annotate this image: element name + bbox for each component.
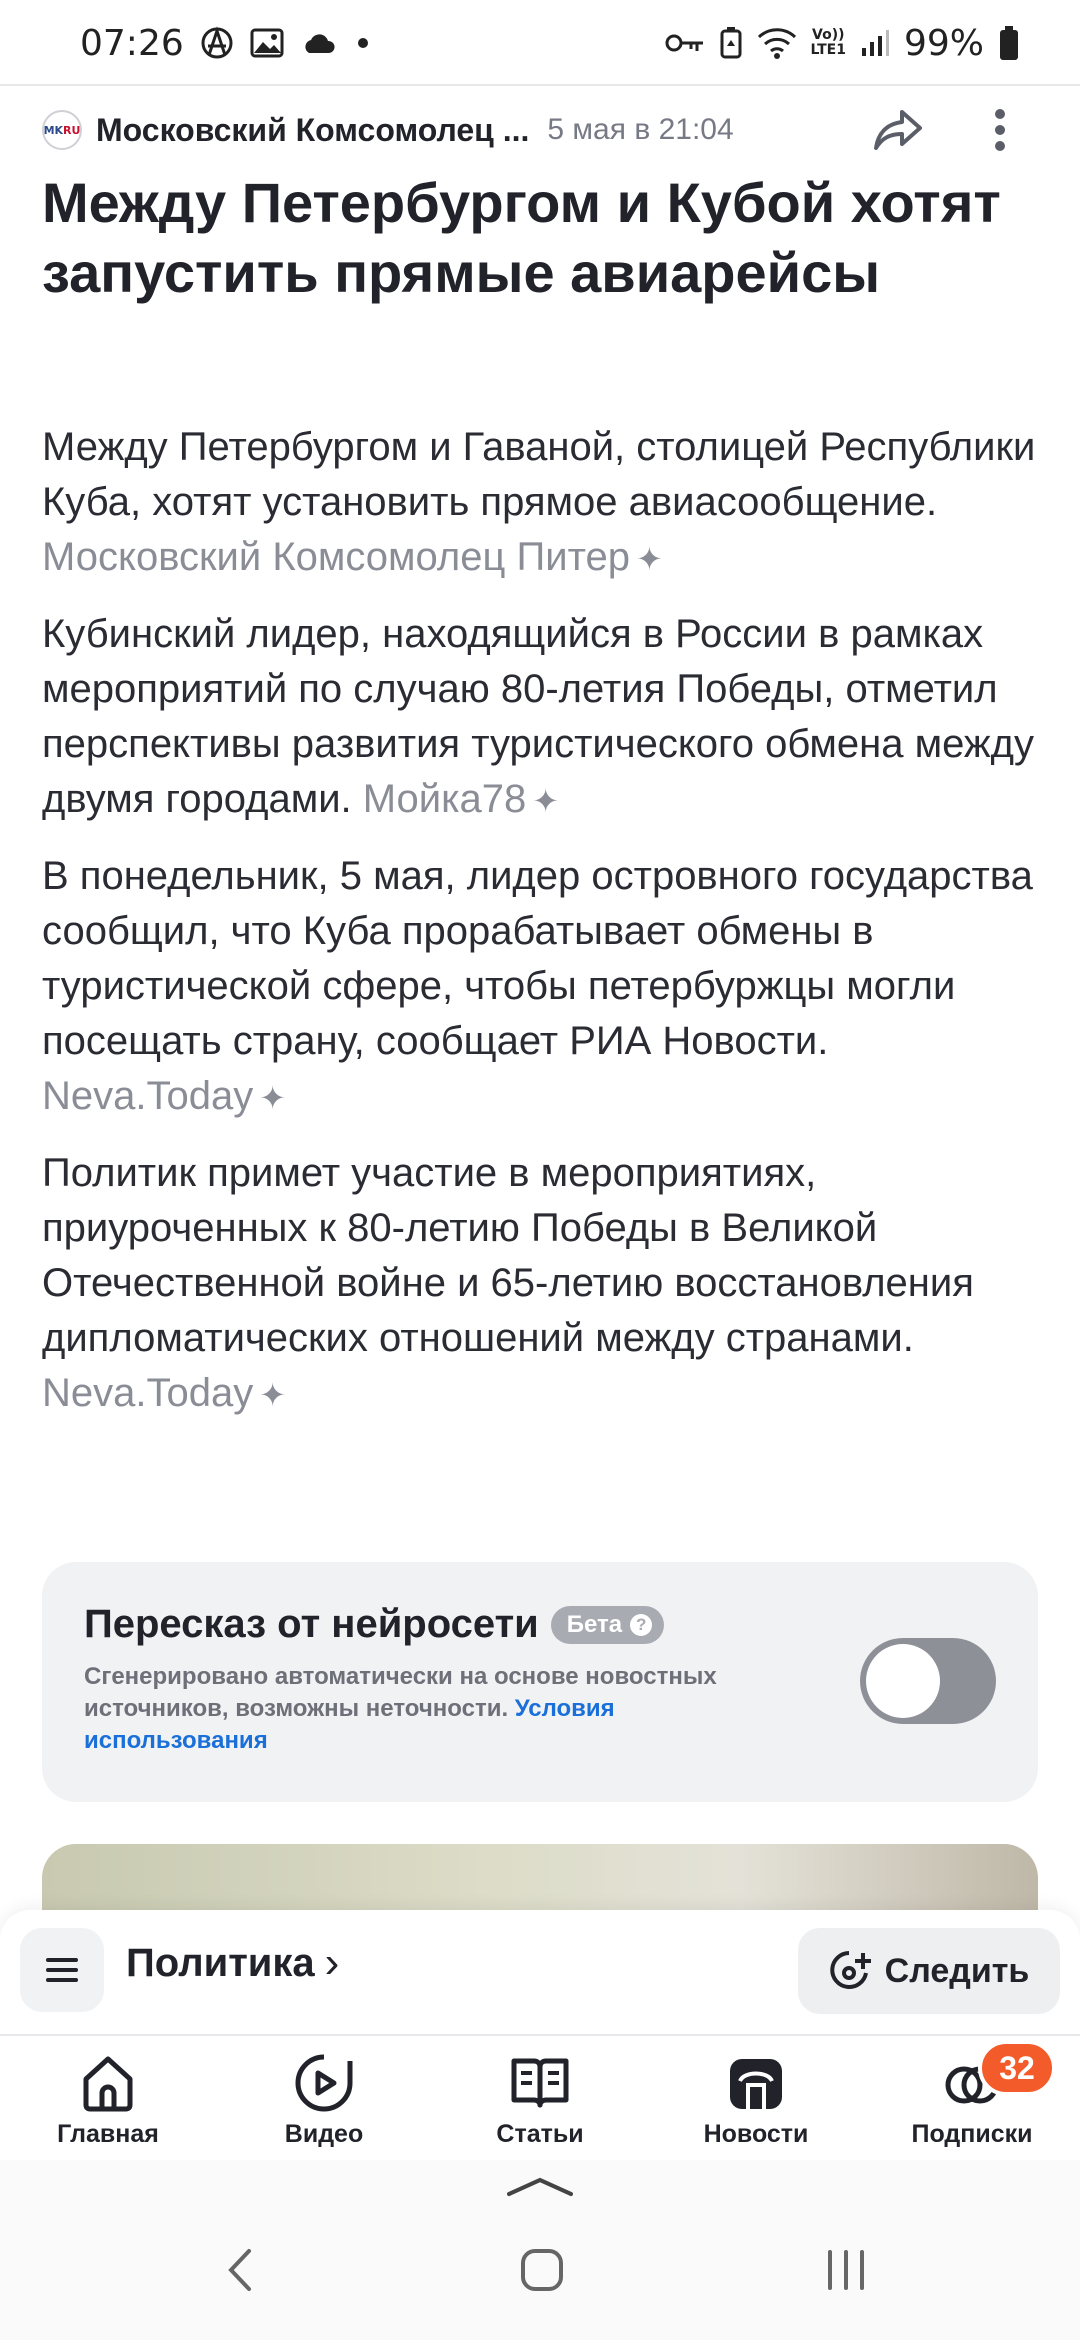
status-divider — [0, 84, 1080, 86]
tab-label: Видео — [284, 2120, 364, 2148]
source-name[interactable]: Московский Комсомолец ... — [96, 112, 529, 149]
expand-handle[interactable] — [505, 2174, 575, 2203]
more-vertical-icon — [995, 109, 1005, 151]
home-system-button[interactable] — [502, 2230, 582, 2310]
back-button[interactable] — [200, 2230, 280, 2310]
gallery-icon — [250, 28, 284, 58]
paragraph-source[interactable]: Мойка78 ✦ — [363, 777, 559, 821]
recents-button[interactable] — [806, 2230, 886, 2310]
status-time: 07:26 — [80, 22, 184, 64]
tab-news[interactable]: Новости — [648, 2036, 864, 2156]
lte-label: LTE1 — [810, 42, 846, 58]
help-icon: ? — [630, 1613, 653, 1636]
ai-title-row: Пересказ от нейросети Бета? — [84, 1602, 996, 1647]
battery-percent: 99% — [903, 22, 984, 64]
article-paragraph: Между Петербургом и Гаваной, столицей Ре… — [42, 420, 1052, 587]
toggle-knob — [866, 1644, 940, 1718]
paragraph-source[interactable]: Neva.Today ✦ — [42, 1074, 286, 1118]
network-type: Vo)) LTE1 — [811, 28, 846, 58]
battery-icon — [1000, 26, 1018, 60]
vpn-key-icon — [665, 34, 703, 52]
article-paragraph: В понедельник, 5 мая, лидер островного г… — [42, 849, 1052, 1126]
home-icon — [73, 2048, 143, 2118]
source-logo[interactable]: MK RU — [42, 110, 82, 150]
sparkle-icon: ✦ — [532, 783, 560, 819]
anarchy-app-icon — [201, 26, 233, 59]
volte-label: Vo)) — [812, 27, 845, 43]
video-icon — [289, 2048, 359, 2118]
follow-label: Следить — [884, 1951, 1030, 1990]
cloud-icon — [305, 34, 335, 53]
chevron-right-icon: › — [324, 1938, 340, 1987]
ai-retelling-toggle[interactable] — [860, 1638, 996, 1724]
paragraph-source[interactable]: Neva.Today ✦ — [42, 1371, 286, 1415]
tab-label: Подписки — [911, 2120, 1033, 2148]
ai-retelling-card: Пересказ от нейросети Бета? Сгенерирован… — [42, 1562, 1038, 1802]
sparkle-icon: ✦ — [259, 1377, 287, 1413]
article-headline: Между Петербургом и Кубой хотят запустит… — [42, 171, 1001, 304]
beta-badge[interactable]: Бета? — [550, 1605, 665, 1644]
home-square-icon — [521, 2249, 563, 2291]
share-icon — [874, 110, 922, 150]
status-bar: 07:26 Vo)) LTE1 99% — [0, 0, 1080, 86]
rubric-link[interactable]: Политика › — [126, 1938, 339, 1988]
follow-plus-icon — [829, 1951, 871, 1989]
news-icon — [721, 2048, 791, 2118]
wifi-icon — [757, 28, 796, 59]
ai-retelling-description: Сгенерировано автоматически на основе но… — [84, 1663, 717, 1754]
bottom-tab-bar: Главная Видео Статьи Новости Подписки 32 — [0, 2036, 1080, 2156]
signal-icon — [861, 30, 889, 56]
tab-subscriptions[interactable]: Подписки 32 — [864, 2036, 1080, 2156]
chevron-up-icon — [507, 2177, 573, 2196]
tab-label: Главная — [57, 2120, 159, 2148]
battery-saver-icon — [720, 27, 742, 59]
tab-label: Статьи — [496, 2120, 584, 2148]
share-button[interactable] — [868, 100, 928, 160]
tab-video[interactable]: Видео — [216, 2036, 432, 2156]
publish-date: 5 мая в 21:04 — [547, 113, 734, 146]
status-left: 07:26 — [80, 23, 368, 64]
rubric-bar: Политика › Следить — [0, 1910, 1080, 2034]
paragraph-text: Между Петербургом и Гаваной, столицей Ре… — [42, 425, 1036, 524]
article-paragraph: Кубинский лидер, находящийся в России в … — [42, 607, 1052, 829]
hamburger-icon — [46, 1958, 78, 1982]
articles-icon — [505, 2048, 575, 2118]
menu-button[interactable] — [20, 1928, 104, 2012]
paragraph-text: Политик примет участие в мероприятиях, п… — [42, 1151, 974, 1360]
tab-home[interactable]: Главная — [0, 2036, 216, 2156]
more-button[interactable] — [970, 100, 1030, 160]
ai-retelling-title: Пересказ от нейросети — [84, 1602, 539, 1646]
follow-button[interactable]: Следить — [798, 1928, 1060, 2014]
article-body: Между Петербургом и Гаваной, столицей Ре… — [42, 420, 1052, 1443]
paragraph-source[interactable]: Московский Комсомолец Питер ✦ — [42, 535, 663, 579]
back-icon — [228, 2249, 251, 2291]
notification-dot — [357, 38, 368, 48]
rubric-name: Политика — [126, 1940, 315, 1985]
subscriptions-badge: 32 — [978, 2040, 1056, 2096]
source-row: MK RU Московский Комсомолец ... 5 мая в 2… — [42, 100, 1042, 160]
article-paragraph: Политик примет участие в мероприятиях, п… — [42, 1146, 1052, 1423]
paragraph-text: В понедельник, 5 мая, лидер островного г… — [42, 854, 1033, 1063]
system-navigation-bar — [0, 2160, 1080, 2340]
tab-label: Новости — [703, 2120, 809, 2148]
sparkle-icon: ✦ — [259, 1080, 287, 1116]
recents-icon — [828, 2250, 864, 2290]
sparkle-icon: ✦ — [636, 541, 663, 577]
tab-articles[interactable]: Статьи — [432, 2036, 648, 2156]
status-right: Vo)) LTE1 99% — [665, 23, 1020, 64]
